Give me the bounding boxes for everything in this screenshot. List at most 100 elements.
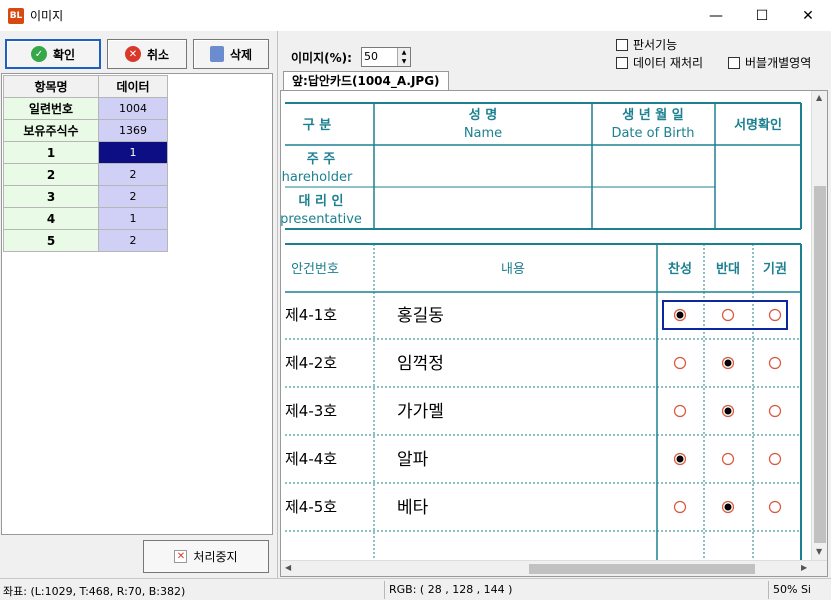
cancel-label: 취소 xyxy=(146,47,170,62)
table-row[interactable]: 3 2 xyxy=(3,185,168,208)
sheet-row-rep-en: presentative xyxy=(281,212,362,227)
confirm-button[interactable]: ✓ 확인 xyxy=(5,39,101,69)
vertical-scrollbar[interactable]: ▲ ▼ xyxy=(811,91,827,561)
stop-processing-button[interactable]: ✕ 처리중지 xyxy=(143,540,269,573)
vote-bubble xyxy=(768,308,782,322)
row-value-selected[interactable]: 1 xyxy=(98,141,168,164)
sheet-col-yes: 찬성 xyxy=(668,261,692,277)
vote-item-name: 임꺽정 xyxy=(397,354,444,374)
reprocess-option[interactable]: 데이터 재처리 xyxy=(616,54,703,71)
vote-item-number: 제4-3호 xyxy=(285,402,337,420)
stop-icon: ✕ xyxy=(174,550,188,563)
cancel-button[interactable]: ✕ 취소 xyxy=(107,39,187,69)
bubble-area-checkbox[interactable] xyxy=(728,56,740,69)
horizontal-scroll-thumb[interactable] xyxy=(529,564,755,574)
sheet-col-dob-kr: 생 년 월 일 xyxy=(622,107,683,123)
vote-item-name: 베타 xyxy=(397,498,429,518)
vote-bubble xyxy=(721,308,735,322)
table-row[interactable]: 2 2 xyxy=(3,163,168,186)
row-key[interactable]: 4 xyxy=(3,207,99,230)
vote-item-name: 홍길동 xyxy=(397,306,444,326)
title-bar: BL 이미지 — ☐ ✕ xyxy=(0,0,831,31)
delete-label: 삭제 xyxy=(229,47,253,62)
sheet-col-sign: 서명확인 xyxy=(734,117,782,133)
vote-bubble xyxy=(768,404,782,418)
cancel-icon: ✕ xyxy=(124,46,141,62)
vote-bubble xyxy=(768,500,782,514)
row-key[interactable]: 2 xyxy=(3,163,99,186)
row-value[interactable]: 2 xyxy=(98,163,168,186)
row-value[interactable]: 2 xyxy=(98,185,168,208)
scroll-right-icon[interactable]: ▶ xyxy=(801,563,807,572)
vote-item-name: 알파 xyxy=(397,450,429,470)
left-panel: ✓ 확인 ✕ 취소 삭제 항목명 데이터 일련번호 1004 보유주식수 136… xyxy=(0,31,277,578)
image-viewer[interactable]: 구 분 성 명 Name 생 년 월 일 Date of Birth 서명확인 … xyxy=(280,90,828,577)
handwriting-option[interactable]: 판서기능 xyxy=(616,36,677,53)
vote-bubble-mark xyxy=(676,311,684,319)
vote-item-name: 가가멜 xyxy=(397,402,444,422)
right-panel: 이미지(%): 50 ▲ ▼ 판서기능 데이터 재처리 버블개별영역 앞:답안카드… xyxy=(277,31,831,578)
zoom-input[interactable]: 50 ▲ ▼ xyxy=(361,47,411,67)
sheet-col-item-no: 안건번호 xyxy=(291,262,339,277)
vote-item-number: 제4-2호 xyxy=(285,354,337,372)
table-row[interactable]: 보유주식수 1369 xyxy=(3,119,168,142)
vote-bubble xyxy=(673,404,687,418)
window-title: 이미지 xyxy=(30,9,64,23)
reprocess-label: 데이터 재처리 xyxy=(633,56,704,70)
row-key[interactable]: 일련번호 xyxy=(3,97,99,120)
bubble-area-option[interactable]: 버블개별영역 xyxy=(728,54,811,71)
scroll-down-icon[interactable]: ▼ xyxy=(816,547,822,556)
status-bar: 좌표: (L:1029, T:468, R:70, B:382) RGB: ( … xyxy=(0,578,831,600)
data-grid[interactable]: 항목명 데이터 일련번호 1004 보유주식수 1369 1 1 2 2 3 2 xyxy=(1,73,273,535)
app-icon: BL xyxy=(8,8,24,24)
row-value[interactable]: 2 xyxy=(98,229,168,252)
sheet-col-dob-en: Date of Birth xyxy=(611,126,694,141)
header-item-name[interactable]: 항목명 xyxy=(3,75,99,98)
vote-item-number: 제4-4호 xyxy=(285,450,337,468)
table-row[interactable]: 일련번호 1004 xyxy=(3,97,168,120)
handwriting-label: 판서기능 xyxy=(633,38,678,52)
vertical-scroll-thumb[interactable] xyxy=(814,186,826,543)
sheet-col-category: 구 분 xyxy=(303,118,331,133)
row-key[interactable]: 5 xyxy=(3,229,99,252)
delete-button[interactable]: 삭제 xyxy=(193,39,269,69)
vote-bubble xyxy=(768,452,782,466)
vote-bubble xyxy=(673,356,687,370)
row-value[interactable]: 1 xyxy=(98,207,168,230)
row-key[interactable]: 1 xyxy=(3,141,99,164)
vote-bubble-mark xyxy=(724,503,732,511)
stop-label: 처리중지 xyxy=(193,550,238,564)
sheet-col-no: 반대 xyxy=(716,261,740,277)
table-row[interactable]: 1 1 xyxy=(3,141,168,164)
table-row[interactable]: 5 2 xyxy=(3,229,168,252)
vote-item-number: 제4-1호 xyxy=(285,306,337,324)
scroll-up-icon[interactable]: ▲ xyxy=(816,93,822,102)
answer-sheet-svg: 구 분 성 명 Name 생 년 월 일 Date of Birth 서명확인 … xyxy=(281,102,802,561)
vote-bubble-mark xyxy=(724,407,732,415)
tab-front-answer-card[interactable]: 앞:답안카드(1004_A.JPG) xyxy=(283,71,449,91)
row-value[interactable]: 1369 xyxy=(98,119,168,142)
horizontal-scrollbar[interactable]: ◀ ▶ xyxy=(281,560,827,576)
status-divider xyxy=(768,581,769,599)
handwriting-checkbox[interactable] xyxy=(616,38,628,51)
status-divider xyxy=(384,581,385,599)
table-row[interactable]: 4 1 xyxy=(3,207,168,230)
row-value[interactable]: 1004 xyxy=(98,97,168,120)
close-button[interactable]: ✕ xyxy=(785,0,831,31)
sheet-col-name-en: Name xyxy=(464,126,502,141)
zoom-spinner[interactable]: ▲ ▼ xyxy=(397,48,410,66)
sheet-col-name-kr: 성 명 xyxy=(469,107,497,123)
header-data[interactable]: 데이터 xyxy=(98,75,168,98)
row-key[interactable]: 3 xyxy=(3,185,99,208)
scroll-left-icon[interactable]: ◀ xyxy=(285,563,291,572)
reprocess-checkbox[interactable] xyxy=(616,56,628,69)
table-header-row: 항목명 데이터 xyxy=(3,75,168,98)
maximize-button[interactable]: ☐ xyxy=(739,0,785,31)
answer-sheet-image: 구 분 성 명 Name 생 년 월 일 Date of Birth 서명확인 … xyxy=(281,91,813,561)
status-zoom: 50% Si xyxy=(773,583,811,596)
row-key[interactable]: 보유주식수 xyxy=(3,119,99,142)
minimize-button[interactable]: — xyxy=(693,0,739,31)
confirm-label: 확인 xyxy=(52,47,76,62)
data-table: 항목명 데이터 일련번호 1004 보유주식수 1369 1 1 2 2 3 2 xyxy=(3,75,168,252)
zoom-label: 이미지(%): xyxy=(291,51,352,65)
